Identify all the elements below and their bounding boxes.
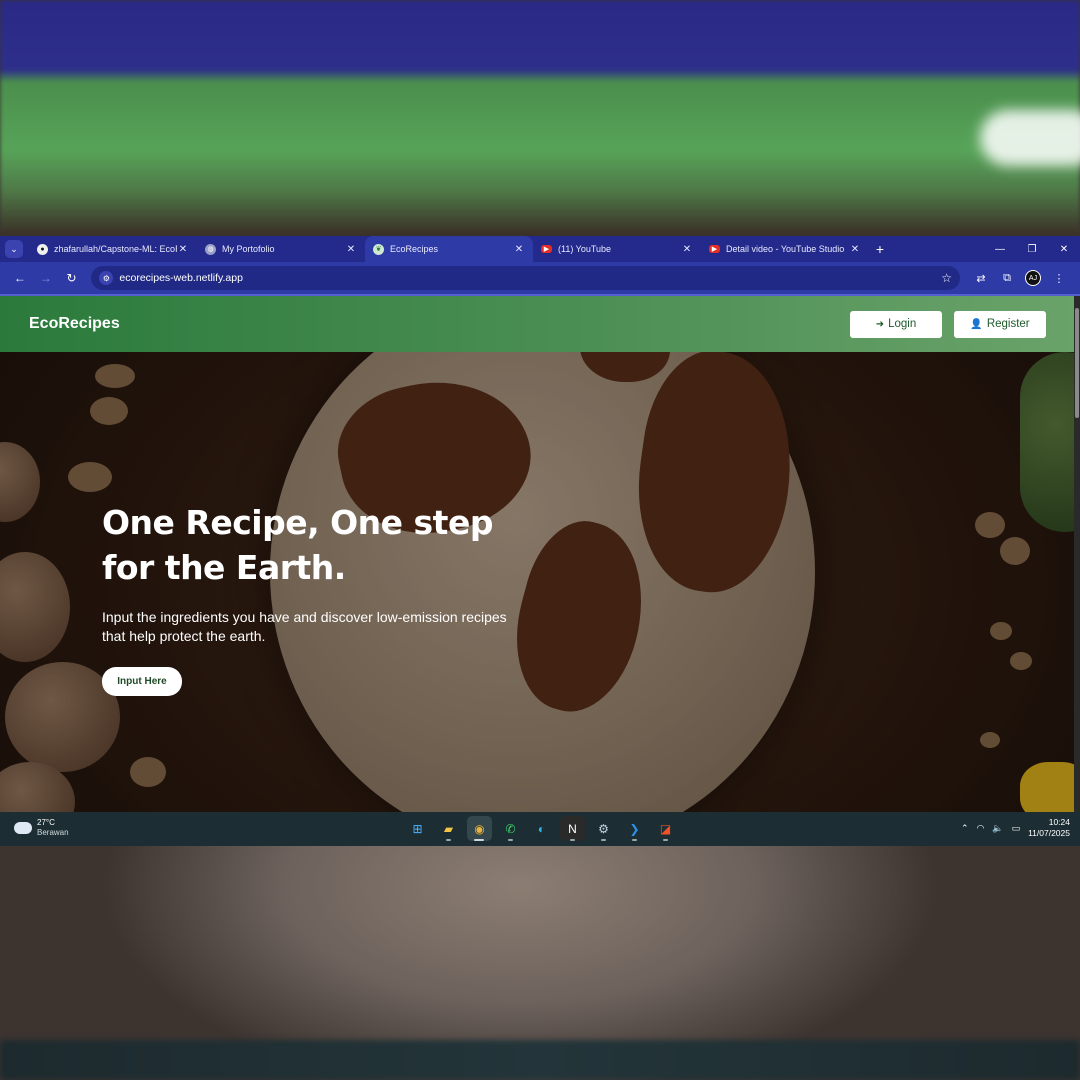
youtube-studio-icon: ▶ (709, 245, 720, 253)
register-label: Register (986, 318, 1030, 330)
browser-toolbar: ← → ↻ ⚙ ecorecipes-web.netlify.app ☆ ⇄ ⧉… (0, 262, 1080, 296)
hero-subtitle: Input the ingredients you have and disco… (102, 609, 507, 644)
leaf-icon: ❦ (373, 243, 384, 255)
youtube-icon: ▶ (541, 245, 552, 253)
profile-avatar[interactable]: AJ (1025, 270, 1042, 286)
edge-icon[interactable]: ◐ (529, 816, 554, 841)
tab-youtube[interactable]: ▶ (11) YouTube ✕ (533, 236, 701, 262)
globe-icon: ◍ (205, 243, 216, 255)
tab-title: EcoRecipes (390, 244, 439, 254)
tab-title: Detail video - YouTube Studio (726, 244, 845, 254)
bookmark-star-icon[interactable]: ☆ (941, 271, 952, 285)
site-header: EcoRecipes ➜ Login 👤 Register (0, 296, 1080, 352)
chevron-up-icon[interactable]: ⌃ (961, 823, 969, 834)
toolbar-icons: ⇄ ⧉ AJ ⋮ (968, 266, 1072, 290)
user-plus-icon: 👤 (970, 318, 983, 330)
blurred-backdrop-bottom (0, 846, 1080, 1080)
address-bar[interactable]: ⚙ ecorecipes-web.netlify.app ☆ (91, 266, 961, 290)
page-scrollbar[interactable] (1074, 296, 1080, 812)
input-here-button[interactable]: Input Here (102, 667, 182, 696)
system-tray: ⌃ ◠ 🔈 ▭ 10:24 11/07/2025 (961, 817, 1070, 839)
windows-start-icon[interactable]: ⊞ (405, 816, 430, 841)
close-icon[interactable]: ✕ (849, 244, 861, 255)
whatsapp-icon[interactable]: ✆ (498, 816, 523, 841)
weather-temp: 27°C (37, 818, 55, 827)
tab-title: zhafarullah/Capstone-ML: EcoR (54, 244, 177, 254)
extensions-icon[interactable]: ⧉ (994, 266, 1020, 290)
blurred-backdrop-top (0, 0, 1080, 236)
clock[interactable]: 10:24 11/07/2025 (1028, 817, 1070, 839)
steam-icon[interactable]: ⚙ (591, 816, 616, 841)
tab-title: My Portofolio (222, 244, 275, 254)
hero-content: One Recipe, One step for the Earth. Inpu… (102, 500, 522, 696)
clock-time: 10:24 (1048, 817, 1070, 827)
login-button[interactable]: ➜ Login (850, 310, 942, 338)
vscode-icon[interactable]: ❯ (622, 816, 647, 841)
sign-in-icon: ➜ (875, 318, 885, 330)
restore-icon[interactable]: ❐ (1016, 236, 1048, 262)
file-explorer-icon[interactable]: ▰ (436, 816, 461, 841)
close-icon[interactable]: ✕ (345, 244, 357, 255)
tab-github[interactable]: ● zhafarullah/Capstone-ML: EcoR ✕ (29, 236, 197, 262)
tab-search-icon[interactable]: ⌄ (5, 240, 23, 258)
battery-icon[interactable]: ▭ (1012, 823, 1021, 834)
close-icon[interactable]: ✕ (177, 244, 189, 255)
tab-youtube-studio[interactable]: ▶ Detail video - YouTube Studio ✕ (701, 236, 869, 262)
reload-icon[interactable]: ↻ (60, 266, 84, 290)
url-text: ecorecipes-web.netlify.app (119, 272, 243, 284)
close-window-icon[interactable]: ✕ (1048, 236, 1080, 262)
office-icon[interactable]: ◪ (653, 816, 678, 841)
weather-condition: Berawan (37, 828, 69, 837)
new-tab-button[interactable]: + (869, 236, 891, 262)
site-info-icon[interactable]: ⚙ (99, 271, 114, 285)
auth-buttons: ➜ Login 👤 Register (850, 310, 1046, 338)
tab-title: (11) YouTube (558, 244, 612, 254)
close-icon[interactable]: ✕ (681, 244, 693, 255)
close-icon[interactable]: ✕ (513, 244, 525, 255)
chrome-icon[interactable]: ◉ (467, 816, 492, 841)
windows-taskbar: 27°C Berawan ⊞ ▰ ◉ ✆ ◐ N ⚙ ❯ ◪ ⌃ ◠ 🔈 ▭ 1… (0, 812, 1080, 846)
volume-icon[interactable]: 🔈 (992, 823, 1003, 834)
forward-arrow-icon[interactable]: → (34, 266, 58, 290)
tab-portfolio[interactable]: ◍ My Portofolio ✕ (197, 236, 365, 262)
window-controls: — ❐ ✕ (984, 236, 1080, 262)
notion-icon[interactable]: N (560, 816, 585, 841)
cloud-icon (14, 822, 32, 834)
clock-date: 11/07/2025 (1028, 828, 1070, 838)
browser-window: ⌄ ● zhafarullah/Capstone-ML: EcoR ✕ ◍ My… (0, 236, 1080, 846)
back-arrow-icon[interactable]: ← (8, 266, 32, 290)
login-label: Login (888, 318, 917, 330)
minimize-icon[interactable]: — (984, 236, 1016, 262)
translate-icon[interactable]: ⇄ (968, 266, 994, 290)
weather-widget[interactable]: 27°C Berawan (14, 818, 69, 838)
menu-kebab-icon[interactable]: ⋮ (1046, 266, 1072, 290)
register-button[interactable]: 👤 Register (954, 310, 1046, 338)
hero-title: One Recipe, One step for the Earth. (102, 503, 493, 587)
tab-ecorecipes[interactable]: ❦ EcoRecipes ✕ (365, 236, 533, 262)
wifi-icon[interactable]: ◠ (976, 823, 984, 834)
tab-strip: ⌄ ● zhafarullah/Capstone-ML: EcoR ✕ ◍ My… (0, 236, 1080, 262)
site-brand[interactable]: EcoRecipes (29, 315, 120, 333)
github-icon: ● (37, 243, 48, 255)
page-viewport: EcoRecipes ➜ Login 👤 Register One Recipe… (0, 296, 1080, 812)
taskbar-apps: ⊞ ▰ ◉ ✆ ◐ N ⚙ ❯ ◪ (405, 816, 678, 841)
hero-section: One Recipe, One step for the Earth. Inpu… (0, 352, 1080, 812)
